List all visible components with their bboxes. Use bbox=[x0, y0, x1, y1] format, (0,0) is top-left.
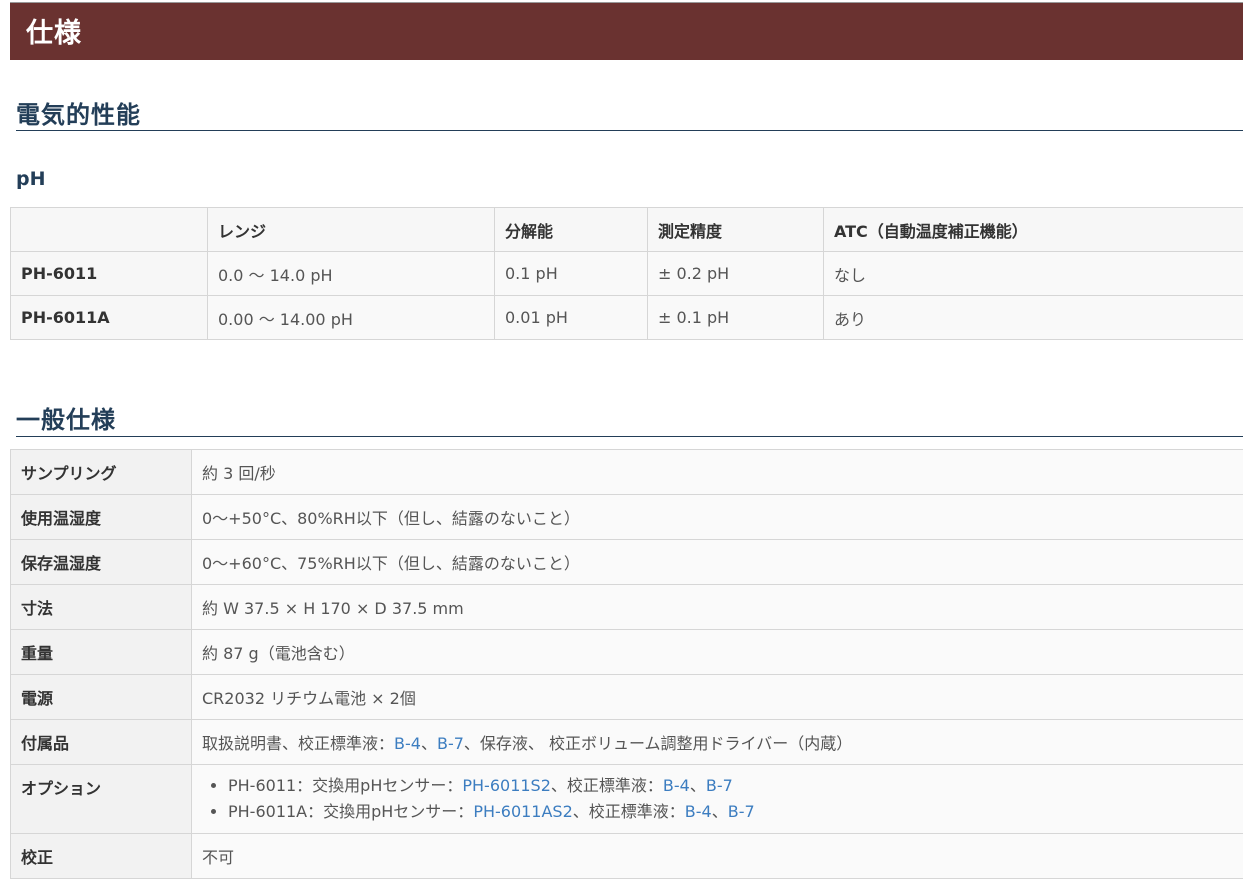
table-cell: 0.01 pH bbox=[494, 295, 648, 340]
table-cell: 0.1 pH bbox=[494, 251, 648, 296]
table-row: PH-6011 0.0 〜 14.0 pH 0.1 pH ± 0.2 pH なし bbox=[10, 251, 1243, 296]
option-text: PH-6011A：交換用pHセンサー： bbox=[228, 802, 474, 821]
model-name: PH-6011A bbox=[10, 295, 208, 340]
general-spec-table: サンプリング 約 3 回/秒 使用温湿度 0〜+50°C、80%RH以下（但し、… bbox=[10, 449, 1243, 879]
spec-value: PH-6011：交換用pHセンサー：PH-6011S2、校正標準液：B-4、B-… bbox=[191, 764, 1243, 834]
accessories-text: 、保存液、 校正ボリューム調整用ドライバー（内蔵） bbox=[463, 734, 853, 753]
link-sensor-ph6011as2[interactable]: PH-6011AS2 bbox=[473, 802, 572, 821]
column-header: ATC（自動温度補正機能） bbox=[823, 207, 1243, 252]
table-row: 保存温湿度 0〜+60°C、75%RH以下（但し、結露のないこと） bbox=[10, 539, 1243, 585]
spec-value: 約 87 g（電池含む） bbox=[191, 629, 1243, 675]
table-row: 校正 不可 bbox=[10, 833, 1243, 879]
option-text: 、校正標準液： bbox=[572, 802, 685, 821]
option-text: PH-6011：交換用pHセンサー： bbox=[228, 776, 463, 795]
table-row: 重量 約 87 g（電池含む） bbox=[10, 629, 1243, 675]
section-heading-electrical: 電気的性能 bbox=[16, 101, 141, 129]
subsection-heading-ph: pH bbox=[16, 168, 46, 190]
link-b4[interactable]: B-4 bbox=[394, 734, 421, 753]
section-divider bbox=[16, 130, 1243, 131]
link-b7[interactable]: B-7 bbox=[706, 776, 733, 795]
column-header: 分解能 bbox=[494, 207, 648, 252]
table-cell: 0.00 〜 14.00 pH bbox=[207, 295, 495, 340]
spec-label: オプション bbox=[10, 764, 192, 834]
spec-value: 0〜+60°C、75%RH以下（但し、結露のないこと） bbox=[191, 539, 1243, 585]
table-row: サンプリング 約 3 回/秒 bbox=[10, 449, 1243, 495]
spec-value: 約 3 回/秒 bbox=[191, 449, 1243, 495]
section-heading-general: 一般仕様 bbox=[16, 406, 116, 434]
link-b7[interactable]: B-7 bbox=[437, 734, 464, 753]
ph-spec-table: レンジ 分解能 測定精度 ATC（自動温度補正機能） PH-6011 0.0 〜… bbox=[10, 207, 1243, 340]
spec-label: 使用温湿度 bbox=[10, 494, 192, 540]
column-header bbox=[10, 207, 208, 252]
spec-label: 保存温湿度 bbox=[10, 539, 192, 585]
table-cell: ± 0.1 pH bbox=[647, 295, 824, 340]
list-item: PH-6011：交換用pHセンサー：PH-6011S2、校正標準液：B-4、B-… bbox=[228, 773, 1233, 799]
model-name: PH-6011 bbox=[10, 251, 208, 296]
table-cell: あり bbox=[823, 295, 1243, 340]
link-sensor-ph6011s2[interactable]: PH-6011S2 bbox=[462, 776, 551, 795]
table-cell: ± 0.2 pH bbox=[647, 251, 824, 296]
spec-label: 重量 bbox=[10, 629, 192, 675]
accessories-text: 取扱説明書、校正標準液： bbox=[202, 734, 395, 753]
link-b7[interactable]: B-7 bbox=[728, 802, 755, 821]
options-list: PH-6011：交換用pHセンサー：PH-6011S2、校正標準液：B-4、B-… bbox=[202, 773, 1233, 825]
link-b4[interactable]: B-4 bbox=[663, 776, 690, 795]
spec-value: 取扱説明書、校正標準液：B-4、B-7、保存液、 校正ボリューム調整用ドライバー… bbox=[191, 719, 1243, 765]
table-header-row: レンジ 分解能 測定精度 ATC（自動温度補正機能） bbox=[10, 207, 1243, 252]
table-row: オプション PH-6011：交換用pHセンサー：PH-6011S2、校正標準液：… bbox=[10, 764, 1243, 834]
separator: 、 bbox=[711, 802, 728, 821]
section-divider bbox=[16, 436, 1243, 437]
column-header: 測定精度 bbox=[647, 207, 824, 252]
option-text: 、校正標準液： bbox=[550, 776, 663, 795]
spec-label: サンプリング bbox=[10, 449, 192, 495]
table-row: 付属品 取扱説明書、校正標準液：B-4、B-7、保存液、 校正ボリューム調整用ド… bbox=[10, 719, 1243, 765]
separator: 、 bbox=[420, 734, 437, 753]
spec-value: 0〜+50°C、80%RH以下（但し、結露のないこと） bbox=[191, 494, 1243, 540]
table-row: PH-6011A 0.00 〜 14.00 pH 0.01 pH ± 0.1 p… bbox=[10, 295, 1243, 340]
spec-value: 不可 bbox=[191, 833, 1243, 879]
link-b4[interactable]: B-4 bbox=[685, 802, 712, 821]
page-header: 仕様 bbox=[10, 2, 1243, 60]
table-row: 寸法 約 W 37.5 × H 170 × D 37.5 mm bbox=[10, 584, 1243, 630]
table-cell: なし bbox=[823, 251, 1243, 296]
separator: 、 bbox=[689, 776, 706, 795]
table-row: 電源 CR2032 リチウム電池 × 2個 bbox=[10, 674, 1243, 720]
spec-label: 校正 bbox=[10, 833, 192, 879]
table-cell: 0.0 〜 14.0 pH bbox=[207, 251, 495, 296]
spec-value: 約 W 37.5 × H 170 × D 37.5 mm bbox=[191, 584, 1243, 630]
spec-label: 電源 bbox=[10, 674, 192, 720]
spec-label: 寸法 bbox=[10, 584, 192, 630]
spec-value: CR2032 リチウム電池 × 2個 bbox=[191, 674, 1243, 720]
page-title: 仕様 bbox=[26, 18, 82, 49]
column-header: レンジ bbox=[207, 207, 495, 252]
spec-label: 付属品 bbox=[10, 719, 192, 765]
list-item: PH-6011A：交換用pHセンサー：PH-6011AS2、校正標準液：B-4、… bbox=[228, 799, 1233, 825]
table-row: 使用温湿度 0〜+50°C、80%RH以下（但し、結露のないこと） bbox=[10, 494, 1243, 540]
